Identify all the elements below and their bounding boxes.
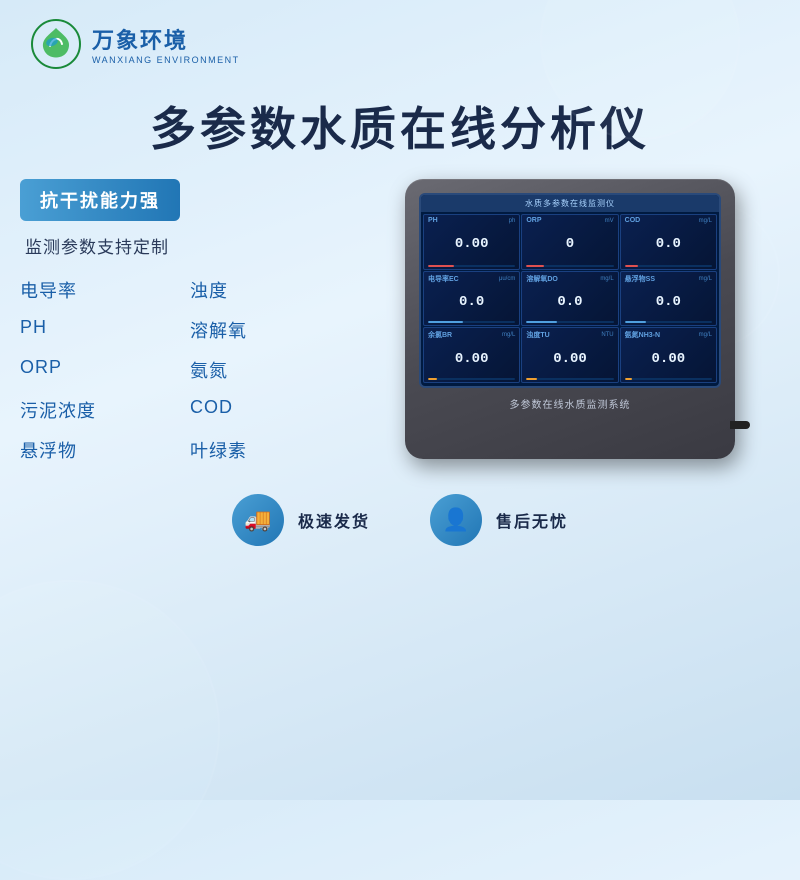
feature-item: ORP (20, 354, 170, 386)
highlight-tag: 抗干扰能力强 (20, 179, 180, 221)
screen-cell: 浊度TU NTU 0.00 (521, 327, 618, 383)
device-label: 多参数在线水质监测系统 (419, 396, 721, 411)
device-screen: 水质多参数在线监测仪 PH ph 0.00 ORP mV 0 COD mg/L … (419, 193, 721, 388)
feature-item: 悬浮物 (20, 434, 170, 466)
device-cable (730, 421, 750, 429)
feature-item: 污泥浓度 (20, 394, 170, 426)
feature-item: 叶绿素 (190, 434, 340, 466)
right-panel: 水质多参数在线监测仪 PH ph 0.00 ORP mV 0 COD mg/L … (360, 179, 780, 459)
screen-cell: COD mg/L 0.0 (620, 214, 717, 270)
logo-text: 万象环境 WANXIANG ENVIRONMENT (92, 23, 240, 65)
bottom-item: 🚚 极速发货 (232, 494, 370, 546)
sub-text: 监测参数支持定制 (20, 233, 340, 258)
screen-cell: 悬浮物SS mg/L 0.0 (620, 271, 717, 327)
screen-cell: ORP mV 0 (521, 214, 618, 270)
feature-item: 氨氮 (190, 354, 340, 386)
bottom-label: 极速发货 (298, 508, 370, 532)
screen-title: 水质多参数在线监测仪 (421, 195, 719, 212)
screen-cell: 溶解氧DO mg/L 0.0 (521, 271, 618, 327)
bottom-bar: 🚚 极速发货 👤 售后无忧 (0, 494, 800, 546)
feature-item: 溶解氧 (190, 314, 340, 346)
logo-english: WANXIANG ENVIRONMENT (92, 55, 240, 65)
feature-item: 浊度 (190, 274, 340, 306)
content-area: 抗干扰能力强 监测参数支持定制 电导率浊度 PH 溶解氧 ORP 氨氮污泥浓度 COD 悬浮… (0, 179, 800, 466)
device: 水质多参数在线监测仪 PH ph 0.00 ORP mV 0 COD mg/L … (405, 179, 735, 459)
bottom-icon: 👤 (430, 494, 482, 546)
logo: 万象环境 WANXIANG ENVIRONMENT (30, 18, 240, 70)
bottom-icon: 🚚 (232, 494, 284, 546)
bottom-item: 👤 售后无忧 (430, 494, 568, 546)
screen-grid: PH ph 0.00 ORP mV 0 COD mg/L 0.0 电导率EC μ… (421, 212, 719, 385)
left-panel: 抗干扰能力强 监测参数支持定制 电导率浊度 PH 溶解氧 ORP 氨氮污泥浓度 COD 悬浮… (20, 179, 340, 466)
bottom-label: 售后无忧 (496, 508, 568, 532)
screen-cell: PH ph 0.00 (423, 214, 520, 270)
feature-item: COD (190, 394, 340, 426)
features-grid: 电导率浊度 PH 溶解氧 ORP 氨氮污泥浓度 COD 悬浮物叶绿素 (20, 274, 340, 466)
feature-item: 电导率 (20, 274, 170, 306)
screen-cell: 氨氮NH3-N mg/L 0.00 (620, 327, 717, 383)
screen-cell: 电导率EC μu/cm 0.0 (423, 271, 520, 327)
feature-item: PH (20, 314, 170, 346)
logo-chinese: 万象环境 (92, 23, 240, 55)
screen-cell: 余氯BR mg/L 0.00 (423, 327, 520, 383)
logo-icon (30, 18, 82, 70)
